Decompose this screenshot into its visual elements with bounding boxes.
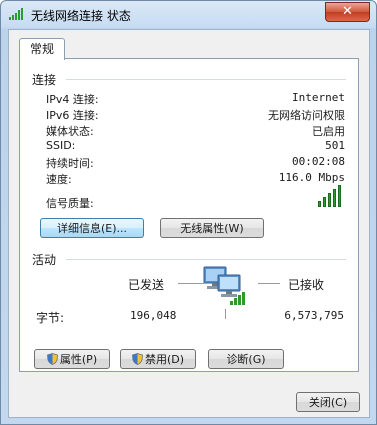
bytes-sent-value: 196,048 — [130, 309, 177, 322]
tab-panel-general: 连接 IPv4 连接: Internet IPv6 连接: 无网络访问权限 媒体… — [19, 58, 359, 372]
speed-value: 116.0 Mbps — [278, 171, 345, 184]
duration-value: 00:02:08 — [292, 155, 345, 168]
sent-line — [178, 283, 204, 284]
ipv6-label: IPv6 连接: — [46, 109, 99, 122]
wireless-properties-button[interactable]: 无线属性(W) — [160, 218, 264, 238]
details-button[interactable]: 详细信息(E)... — [40, 218, 144, 238]
tab-general[interactable]: 常规 — [19, 38, 65, 60]
activity-divider — [66, 259, 346, 260]
signal-quality-icon — [318, 185, 344, 207]
title-bar[interactable]: 无线网络连接 状态 ✕ — [1, 1, 376, 29]
window-title: 无线网络连接 状态 — [31, 9, 131, 23]
connection-divider — [66, 79, 346, 80]
sent-label: 已发送 — [128, 278, 165, 292]
received-line — [258, 283, 280, 284]
uac-shield-icon — [132, 353, 143, 365]
ipv4-value: Internet — [292, 91, 345, 104]
signal-quality-label: 信号质量: — [46, 197, 94, 210]
media-state-label: 媒体状态: — [46, 125, 94, 138]
speed-label: 速度: — [46, 173, 72, 186]
properties-button[interactable]: 属性(P) — [34, 349, 110, 369]
wireless-signal-icon — [9, 8, 23, 20]
close-button[interactable]: 关闭(C) — [296, 392, 360, 412]
status-window: 无线网络连接 状态 ✕ 常规 连接 IPv4 连接: Internet IPv6… — [0, 0, 377, 425]
disable-label: 禁用(D) — [144, 353, 185, 366]
network-computers-icon — [203, 266, 245, 305]
close-window-button[interactable]: ✕ — [325, 2, 370, 22]
disable-button[interactable]: 禁用(D) — [120, 349, 196, 369]
client-area: 常规 连接 IPv4 连接: Internet IPv6 连接: 无网络访问权限… — [8, 29, 370, 418]
ssid-value: 501 — [325, 139, 345, 152]
diagnose-button[interactable]: 诊断(G) — [208, 349, 284, 369]
properties-label: 属性(P) — [59, 353, 98, 366]
media-state-value: 已启用 — [312, 125, 345, 138]
ssid-label: SSID: — [46, 139, 76, 152]
received-label: 已接收 — [288, 278, 325, 292]
ipv6-value: 无网络访问权限 — [268, 109, 345, 122]
bytes-label: 字节: — [36, 311, 65, 325]
duration-label: 持续时间: — [46, 157, 94, 170]
uac-shield-icon — [46, 353, 58, 365]
activity-connector — [225, 309, 226, 319]
connection-section-title: 连接 — [32, 73, 57, 87]
bytes-received-value: 6,573,795 — [284, 309, 344, 322]
ipv4-label: IPv4 连接: — [46, 93, 99, 106]
activity-section-title: 活动 — [32, 253, 57, 267]
